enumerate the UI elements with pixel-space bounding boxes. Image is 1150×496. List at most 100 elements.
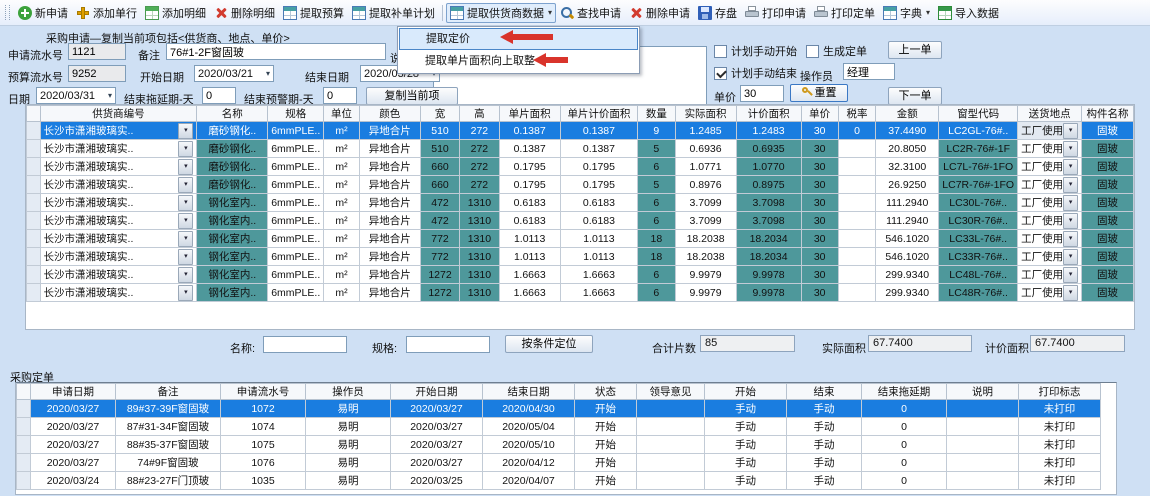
cell[interactable]: 30 (801, 194, 838, 212)
cell[interactable]: 772 (420, 230, 459, 248)
cell[interactable]: 6mmPLE.. (268, 122, 324, 140)
cell[interactable]: 开始 (575, 418, 637, 436)
generate-order-checkbox[interactable]: 生成定单 (806, 43, 867, 59)
cell[interactable]: 1310 (460, 230, 499, 248)
row-selector[interactable] (17, 436, 31, 454)
combo-dropdown-button[interactable]: ▾ (1063, 123, 1078, 139)
cell[interactable]: 磨砂钢化.. (197, 140, 268, 158)
cell[interactable]: 0.6935 (736, 140, 801, 158)
column-header[interactable]: 状态 (575, 384, 637, 400)
cell[interactable]: 长沙市潇湘玻璃实..▾ (40, 140, 197, 158)
detail-row[interactable]: 长沙市潇湘玻璃实..▾钢化室内..6mmPLE..m²异地合片127213101… (27, 284, 1134, 302)
cell[interactable]: LC2R-76#-1F (939, 140, 1018, 158)
combo-dropdown-button[interactable]: ▾ (1063, 141, 1078, 157)
cell[interactable]: 1076 (221, 454, 306, 472)
cell[interactable] (838, 212, 875, 230)
cell[interactable]: 手动 (787, 472, 862, 490)
toolbar-grip[interactable] (5, 5, 10, 20)
cell[interactable]: 472 (420, 194, 459, 212)
cell[interactable]: 89#37-39F窗固玻 (116, 400, 221, 418)
cell[interactable]: 546.1020 (876, 248, 939, 266)
cell[interactable] (838, 230, 875, 248)
combo-dropdown-button[interactable]: ▾ (1063, 213, 1078, 229)
cell[interactable]: 钢化室内.. (197, 230, 268, 248)
cell[interactable]: 未打印 (1019, 472, 1101, 490)
cell[interactable]: m² (324, 122, 359, 140)
cell[interactable]: LC33R-76#.. (939, 248, 1018, 266)
cell[interactable]: 1.0113 (560, 248, 637, 266)
cell[interactable]: 未打印 (1019, 436, 1101, 454)
cell[interactable]: 1072 (221, 400, 306, 418)
cell[interactable]: m² (324, 248, 359, 266)
cell[interactable]: 18 (638, 248, 675, 266)
combo-dropdown-button[interactable]: ▾ (1063, 177, 1078, 193)
cell[interactable]: 长沙市潇湘玻璃实..▾ (40, 194, 197, 212)
column-header[interactable]: 领导意见 (637, 384, 705, 400)
cell[interactable]: 固玻 (1082, 194, 1134, 212)
cell[interactable]: 手动 (787, 400, 862, 418)
cell[interactable]: 0.1387 (560, 140, 637, 158)
cell[interactable]: 3.7098 (736, 194, 801, 212)
detail-row[interactable]: 长沙市潇湘玻璃实..▾钢化室内..6mmPLE..m²异地合片77213101.… (27, 230, 1134, 248)
row-selector[interactable] (27, 248, 41, 266)
column-header[interactable]: 金额 (876, 106, 939, 122)
cell[interactable]: 0.1795 (499, 176, 560, 194)
cell[interactable]: 1.0771 (675, 158, 736, 176)
dictionary-button[interactable]: 字典▾ (879, 3, 934, 23)
cell[interactable]: 易明 (306, 418, 391, 436)
cell[interactable]: 0 (862, 418, 947, 436)
cell[interactable]: 1272 (420, 266, 459, 284)
cell[interactable]: 0.1795 (560, 176, 637, 194)
cell[interactable]: 长沙市潇湘玻璃实..▾ (40, 284, 197, 302)
cell[interactable]: 26.9250 (876, 176, 939, 194)
checkbox-box[interactable] (714, 45, 727, 58)
cell[interactable]: LC30R-76#.. (939, 212, 1018, 230)
row-selector[interactable] (17, 454, 31, 472)
cell[interactable]: 546.1020 (876, 230, 939, 248)
cell[interactable]: m² (324, 266, 359, 284)
cell[interactable]: 长沙市潇湘玻璃实..▾ (40, 158, 197, 176)
cell[interactable]: 手动 (787, 418, 862, 436)
cell[interactable]: 工厂使用▾ (1018, 230, 1082, 248)
cell[interactable]: 开始 (575, 454, 637, 472)
column-header[interactable]: 供货商编号 (40, 106, 197, 122)
cell[interactable]: 2020/03/27 (391, 418, 483, 436)
column-header[interactable]: 单片面积 (499, 106, 560, 122)
cell[interactable]: 异地合片 (359, 230, 420, 248)
cell[interactable]: 钢化室内.. (197, 284, 268, 302)
cell[interactable]: 6mmPLE.. (268, 284, 324, 302)
combo-dropdown-button[interactable]: ▾ (178, 141, 193, 157)
cell[interactable]: 易明 (306, 454, 391, 472)
cell[interactable]: LC48R-76#.. (939, 284, 1018, 302)
column-header[interactable]: 高 (460, 106, 499, 122)
cell[interactable] (637, 454, 705, 472)
cell[interactable]: 30 (801, 248, 838, 266)
cell[interactable]: 0.1387 (499, 122, 560, 140)
cell[interactable]: 2020/05/10 (483, 436, 575, 454)
combo-dropdown-button[interactable]: ▾ (1063, 285, 1078, 301)
combo-dropdown-button[interactable]: ▾ (178, 159, 193, 175)
cell[interactable]: 0.8976 (675, 176, 736, 194)
cell[interactable]: 6mmPLE.. (268, 158, 324, 176)
cell[interactable]: 18.2038 (675, 248, 736, 266)
cell[interactable]: 固玻 (1082, 140, 1134, 158)
cell[interactable]: 开始 (575, 436, 637, 454)
combo-dropdown-button[interactable]: ▾ (178, 195, 193, 211)
column-header[interactable]: 窗型代码 (939, 106, 1018, 122)
combo-dropdown-button[interactable]: ▾ (178, 177, 193, 193)
cell[interactable] (838, 266, 875, 284)
column-header[interactable]: 宽 (420, 106, 459, 122)
cell[interactable]: 6mmPLE.. (268, 140, 324, 158)
cell[interactable] (637, 472, 705, 490)
cell[interactable]: 固玻 (1082, 158, 1134, 176)
plan-manual-start-checkbox[interactable]: 计划手动开始 (714, 43, 797, 59)
cell[interactable] (637, 418, 705, 436)
column-header[interactable]: 实际面积 (675, 106, 736, 122)
cell[interactable]: LC7L-76#-1FO (939, 158, 1018, 176)
cell[interactable]: 3.7099 (675, 212, 736, 230)
cell[interactable]: 0.8975 (736, 176, 801, 194)
combo-dropdown-button[interactable]: ▾ (178, 231, 193, 247)
cell[interactable]: 钢化室内.. (197, 248, 268, 266)
cell[interactable]: 0.1795 (499, 158, 560, 176)
checkbox-box[interactable] (714, 67, 727, 80)
